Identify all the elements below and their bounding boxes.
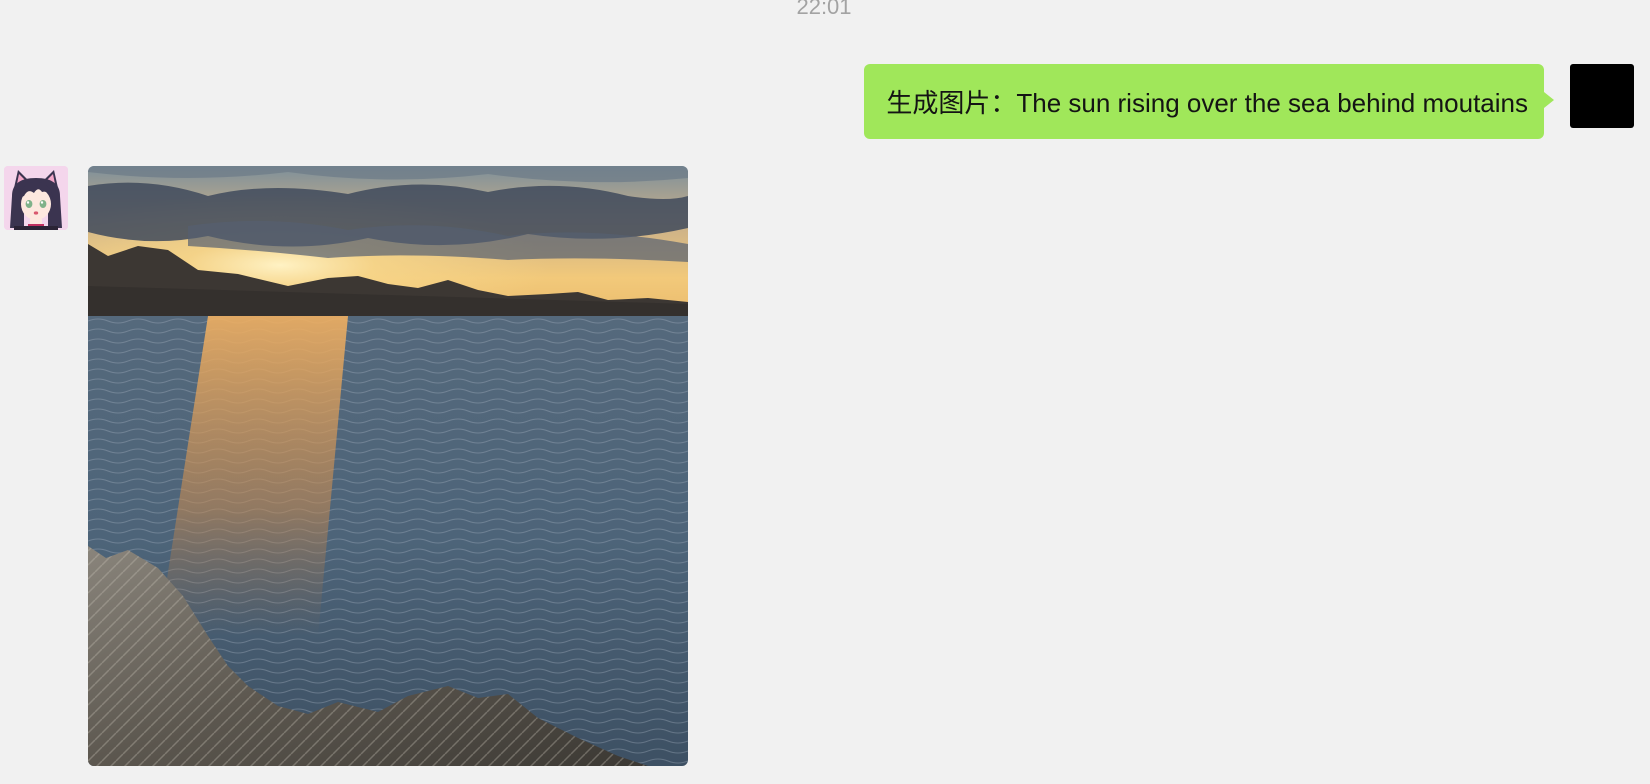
message-timestamp: 22:01 xyxy=(0,0,1650,20)
user-message-text: 生成图片：The sun rising over the sea behind … xyxy=(886,88,1528,118)
user-message-bubble[interactable]: 生成图片：The sun rising over the sea behind … xyxy=(864,64,1554,139)
user-avatar[interactable] xyxy=(1570,64,1634,128)
sunrise-over-sea-photo-icon xyxy=(88,166,688,766)
generated-image[interactable] xyxy=(88,166,688,766)
bot-avatar[interactable] xyxy=(4,166,68,230)
anime-cat-girl-avatar-icon xyxy=(4,166,68,230)
timestamp-text: 22:01 xyxy=(796,0,852,19)
